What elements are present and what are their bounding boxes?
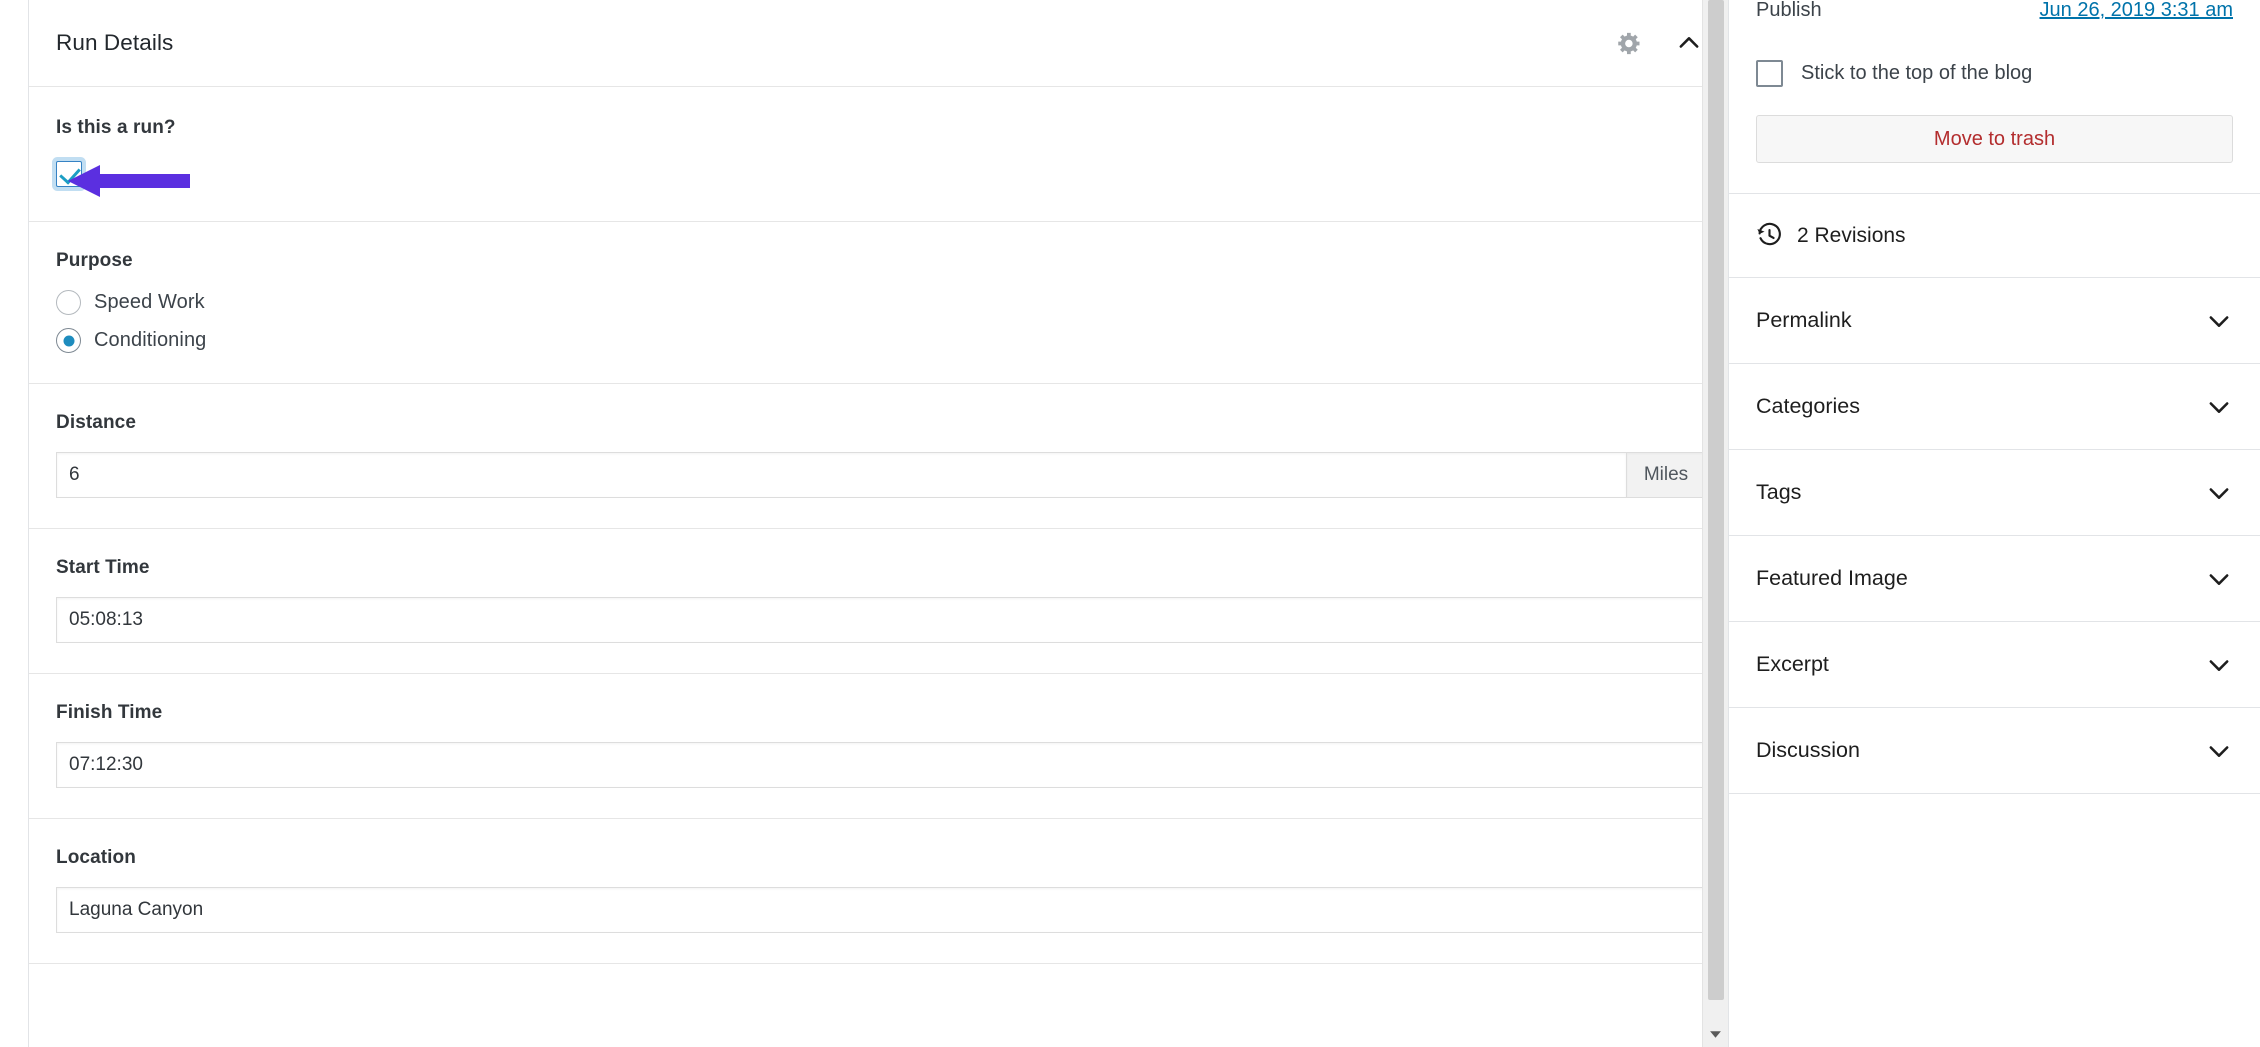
panel-title: Permalink (1756, 308, 1852, 332)
speed-work-radio[interactable] (56, 290, 81, 315)
is-run-label: Is this a run? (56, 117, 176, 138)
sidebar-panel-categories[interactable]: Categories (1729, 364, 2260, 450)
distance-unit-addon: Miles (1626, 452, 1706, 498)
location-label: Location (56, 847, 136, 868)
metabox-body: Is this a run? Purpose Speed Work Condit… (29, 87, 1733, 964)
chevron-down-icon (2209, 487, 2229, 499)
sidebar-panel-discussion[interactable]: Discussion (1729, 708, 2260, 794)
run-details-metabox: Run Details Is this a run? Purpose Speed… (28, 0, 1734, 1047)
metabox-header: Run Details (29, 0, 1733, 87)
move-to-trash-button[interactable]: Move to trash (1756, 115, 2233, 163)
sticky-row[interactable]: Stick to the top of the blog (1729, 60, 2260, 87)
conditioning-radio[interactable] (56, 328, 81, 353)
distance-label: Distance (56, 412, 137, 433)
sidebar-panel-featured-image[interactable]: Featured Image (1729, 536, 2260, 622)
is-run-checkbox[interactable] (56, 161, 82, 187)
revisions-row[interactable]: 2 Revisions (1729, 194, 2260, 278)
publish-label: Publish (1756, 0, 1822, 21)
trash-wrap: Move to trash (1729, 115, 2260, 163)
revisions-label: 2 Revisions (1797, 223, 1906, 247)
scrollbar-thumb[interactable] (1708, 0, 1724, 1000)
sticky-label: Stick to the top of the blog (1801, 62, 2033, 84)
conditioning-label: Conditioning (94, 329, 207, 351)
start-time-label: Start Time (56, 557, 150, 578)
publish-date-link[interactable]: Jun 26, 2019 3:31 am (2040, 0, 2233, 22)
panel-title: Categories (1756, 394, 1860, 418)
start-time-input[interactable] (56, 597, 1706, 643)
finish-time-input[interactable] (56, 742, 1706, 788)
panel-title: Featured Image (1756, 566, 1908, 590)
editor-content-column: Run Details Is this a run? Purpose Speed… (0, 0, 1734, 1047)
sidebar-panel-permalink[interactable]: Permalink (1729, 278, 2260, 364)
editor-screen: Run Details Is this a run? Purpose Speed… (0, 0, 2260, 1047)
chevron-down-icon (2209, 659, 2229, 671)
sidebar-panel-excerpt[interactable]: Excerpt (1729, 622, 2260, 708)
sticky-checkbox[interactable] (1756, 60, 1783, 87)
document-settings-sidebar: Publish Jun 26, 2019 3:31 am Stick to th… (1728, 0, 2260, 1047)
sidebar-panel-tags[interactable]: Tags (1729, 450, 2260, 536)
panel-title: Tags (1756, 480, 1802, 504)
purpose-label: Purpose (56, 250, 133, 271)
field-distance: Distance Miles (29, 384, 1733, 529)
radio-speed-work[interactable]: Speed Work (56, 290, 1706, 315)
history-icon (1757, 222, 1781, 246)
radio-conditioning[interactable]: Conditioning (56, 328, 1706, 353)
page-title: Run Details (56, 30, 174, 55)
field-purpose: Purpose Speed Work Conditioning (29, 222, 1733, 384)
field-start-time: Start Time (29, 529, 1733, 674)
field-finish-time: Finish Time (29, 674, 1733, 819)
scrollbar-down-arrow[interactable] (1703, 1021, 1728, 1047)
distance-input-group: Miles (56, 452, 1706, 498)
location-input[interactable] (56, 887, 1706, 933)
field-is-run: Is this a run? (29, 87, 1733, 222)
field-location: Location (29, 819, 1733, 964)
distance-input[interactable] (56, 452, 1626, 498)
chevron-down-icon (2209, 401, 2229, 413)
speed-work-label: Speed Work (94, 291, 205, 313)
metabox-header-actions (1607, 21, 1711, 65)
chevron-down-icon (2209, 573, 2229, 585)
panel-title: Excerpt (1756, 652, 1829, 676)
panel-title: Discussion (1756, 738, 1860, 762)
editor-scrollbar[interactable] (1702, 0, 1728, 1047)
finish-time-label: Finish Time (56, 702, 163, 723)
chevron-down-icon (2209, 315, 2229, 327)
publish-row: Publish Jun 26, 2019 3:31 am (1729, 0, 2260, 26)
chevron-down-icon (2209, 745, 2229, 757)
gear-icon[interactable] (1607, 21, 1651, 65)
